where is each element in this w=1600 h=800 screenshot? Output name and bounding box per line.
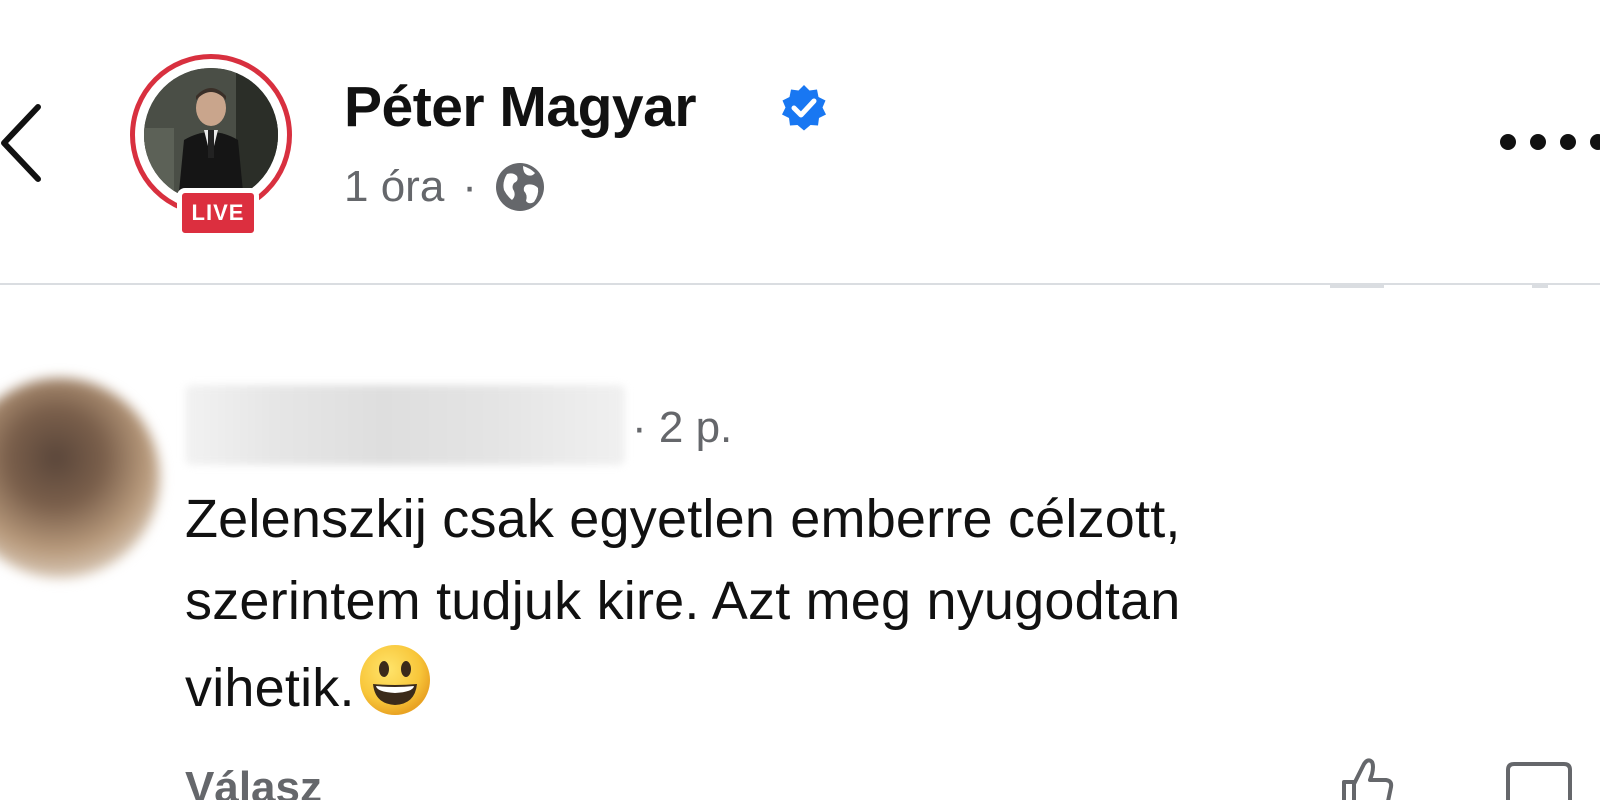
comment-line: szerintem tudjuk kire. Azt meg nyugodtan xyxy=(185,571,1181,631)
author-avatar[interactable]: LIVE xyxy=(130,54,310,244)
chevron-left-icon xyxy=(1,104,41,182)
more-horizontal-icon[interactable] xyxy=(1490,112,1600,172)
comment-icon[interactable] xyxy=(1504,754,1574,800)
author-photo xyxy=(144,68,278,202)
commenter-name-blurred[interactable] xyxy=(185,385,625,465)
live-badge: LIVE xyxy=(177,188,259,238)
smiley-emoji xyxy=(359,645,430,715)
divider-mark xyxy=(1532,283,1548,288)
post-detail-screen: LIVE Péter Magyar 1 óra · · 2 p. Zelensz… xyxy=(0,0,1600,800)
post-meta: 1 óra · xyxy=(344,160,547,214)
comment-text: Zelenszkij csak egyetlen emberre célzott… xyxy=(185,478,1545,729)
like-icon[interactable] xyxy=(1336,754,1396,800)
reply-button[interactable]: Válasz xyxy=(185,760,322,800)
comment-line: Zelenszkij csak egyetlen emberre célzott… xyxy=(185,489,1181,549)
divider-mark xyxy=(1330,283,1384,288)
comment-time[interactable]: · 2 p. xyxy=(632,400,732,456)
verified-badge-icon xyxy=(782,85,826,131)
back-button[interactable] xyxy=(0,95,50,195)
post-time[interactable]: 1 óra xyxy=(344,162,444,212)
comment-line-last: vihetik. xyxy=(185,642,1545,729)
comment-line-text: vihetik. xyxy=(185,658,355,718)
meta-separator: · xyxy=(462,162,477,211)
author-name[interactable]: Péter Magyar xyxy=(344,72,697,142)
globe-icon[interactable] xyxy=(493,160,547,214)
commenter-avatar[interactable] xyxy=(0,378,160,578)
